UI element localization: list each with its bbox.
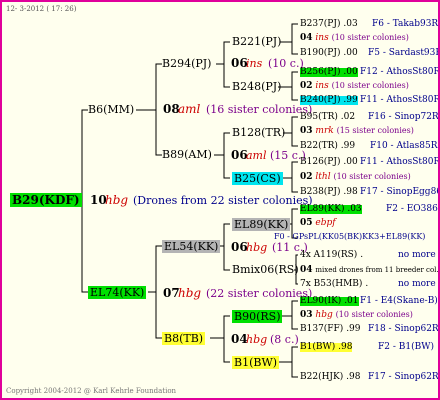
pedigree-chart: 12- 3-2012 ( 17: 26) B29(KDF) 10 hbg (Dr…	[0, 0, 440, 400]
b8-note: (8 c.)	[270, 333, 299, 346]
right-row[interactable]: EL89(KK) .03	[300, 205, 362, 214]
node-b294[interactable]: B294(PJ)	[162, 58, 211, 69]
b6-race: aml	[178, 102, 201, 116]
right-row[interactable]: B22(TR) .99	[300, 142, 355, 151]
right-link[interactable]: F12 - AthosSt80R	[360, 68, 438, 77]
right-row[interactable]: 4x A119(RS) .	[300, 251, 363, 260]
node-bmix06[interactable]: Bmix06(RS)	[232, 264, 299, 275]
el74-race: hbg	[178, 286, 202, 300]
right-sister-row: 04 mixed drones from 11 breeder col.	[300, 265, 439, 275]
right-row[interactable]: EL90(IK) .01	[300, 297, 359, 306]
right-row[interactable]: B190(PJ) .00	[300, 49, 358, 58]
b89-race: aml	[246, 149, 267, 162]
right-sister-row: 03 hbg (10 sister colonies)	[300, 310, 413, 320]
right-row[interactable]: B137(FF) .99	[300, 325, 361, 334]
node-b248[interactable]: B248(PJ)	[232, 81, 281, 92]
right-row[interactable]: B238(PJ) .98	[300, 188, 358, 197]
node-b128[interactable]: B128(TR)	[232, 127, 285, 138]
right-sister-row: 05 ebpf	[300, 218, 336, 228]
b8-race: hbg	[246, 333, 268, 346]
root-race: hbg	[105, 193, 129, 207]
right-sister-row: 02 lthl (10 sister colonies)	[300, 172, 411, 182]
copyright: Copyright 2004-2012 @ Karl Kehrle Founda…	[6, 387, 177, 395]
right-link[interactable]: F2 - EO386	[386, 205, 438, 214]
right-row[interactable]: B256(PJ) .00	[300, 68, 358, 77]
node-el54[interactable]: EL54(KK)	[162, 240, 221, 253]
right-sister-row: 03 mrk (15 sister colonies)	[300, 126, 414, 136]
right-sister-row: 02 ins (10 sister colonies)	[300, 81, 409, 91]
node-b89[interactable]: B89(AM)	[162, 149, 212, 160]
node-b8[interactable]: B8(TB)	[162, 332, 206, 345]
el54-race: hbg	[246, 241, 268, 254]
right-link[interactable]: F10 - Atlas85R	[370, 142, 438, 151]
right-row[interactable]: B95(TR) .02	[300, 113, 355, 122]
right-link[interactable]: F17 - Sinop62R	[368, 373, 438, 382]
right-link[interactable]: F5 - Sardast93R	[368, 49, 438, 58]
node-b221[interactable]: B221(PJ)	[232, 36, 281, 47]
right-row[interactable]: B126(PJ) .00	[300, 158, 358, 167]
right-row[interactable]: B240(PJ) .99	[300, 96, 358, 105]
right-row[interactable]: B1(BW) .98	[300, 343, 353, 352]
node-b1[interactable]: B1(BW)	[232, 356, 280, 369]
right-link[interactable]: F0 - GPsPL(KK05(BK)KK3+EL89(KK)	[274, 233, 425, 241]
right-link[interactable]: F18 - Sinop62R	[368, 325, 438, 334]
right-link[interactable]: F2 - B1(BW)	[378, 343, 434, 352]
right-link[interactable]: F16 - Sinop72R	[368, 113, 438, 122]
right-link[interactable]: F11 - AthosSt80R	[360, 96, 438, 105]
right-link[interactable]: F11 - AthosSt80R	[360, 158, 438, 167]
node-el89[interactable]: EL89(KK)	[232, 218, 291, 231]
right-row[interactable]: 7x B53(HMB) .	[300, 280, 368, 289]
node-b6[interactable]: B6(MM)	[88, 104, 134, 115]
date-stamp: 12- 3-2012 ( 17: 26)	[6, 5, 77, 13]
el74-note: (22 sister colonies)	[206, 287, 313, 300]
right-link[interactable]: F1 - E4(Skane-B)	[360, 297, 438, 306]
b294-note: (10 c.)	[268, 57, 304, 70]
right-link[interactable]: F17 - SinopEgg86R	[360, 188, 438, 197]
right-sister-row: 04 ins (10 sister colonies)	[300, 33, 409, 43]
b294-race: ins	[246, 57, 263, 70]
right-row[interactable]: B237(PJ) .03	[300, 20, 358, 29]
root-note: (Drones from 22 sister colonies)	[133, 194, 313, 207]
node-el74[interactable]: EL74(KK)	[88, 286, 147, 299]
right-link[interactable]: F6 - Takab93R	[372, 20, 438, 29]
node-b25[interactable]: B25(CS)	[232, 172, 283, 185]
right-link[interactable]: no more	[398, 251, 436, 260]
root-node[interactable]: B29(KDF)	[10, 193, 82, 207]
right-row[interactable]: B22(HJK) .98	[300, 373, 360, 382]
node-b90[interactable]: B90(RS)	[232, 310, 283, 323]
right-link[interactable]: no more	[398, 280, 436, 289]
b6-note: (16 sister colonies)	[206, 103, 313, 116]
